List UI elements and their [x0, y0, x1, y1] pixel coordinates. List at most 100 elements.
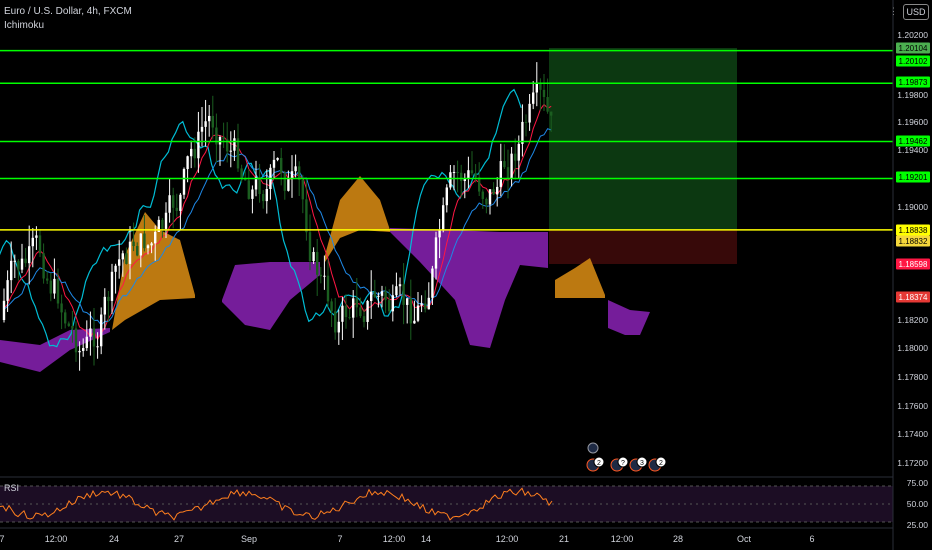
candle-body — [431, 268, 434, 298]
candle-body — [334, 311, 337, 333]
candle-body — [424, 303, 427, 310]
candle-body — [132, 241, 135, 247]
candle-body — [366, 301, 369, 322]
candle-body — [460, 172, 463, 182]
candle-body — [190, 148, 193, 157]
candle-body — [413, 320, 416, 324]
candle-body — [301, 179, 304, 200]
candle-body — [74, 328, 78, 353]
stop-zone[interactable] — [549, 230, 737, 264]
rsi-tick-label: 25.00 — [907, 520, 929, 530]
candle-body — [103, 296, 106, 315]
price-chart[interactable]: RSI 1.202001.198001.196001.194001.190001… — [0, 0, 932, 550]
candle-body — [528, 103, 531, 123]
candle-body — [499, 161, 502, 187]
candle-body — [197, 131, 200, 159]
candle-body — [308, 232, 312, 262]
candle-body — [337, 321, 340, 333]
candle-body — [416, 305, 420, 321]
candle-body — [154, 231, 157, 244]
candle-body — [236, 138, 240, 169]
candle-body — [78, 350, 81, 353]
candle-body — [31, 237, 34, 247]
candle-body — [222, 137, 225, 140]
candle-body — [110, 271, 114, 301]
candle-body — [6, 280, 9, 301]
candle-body — [517, 143, 520, 161]
candle-body — [168, 195, 171, 213]
candle-body — [438, 230, 441, 238]
candle-body — [481, 191, 484, 199]
time-tick-label: 12:00 — [45, 534, 68, 544]
price-tick-label: 1.17600 — [897, 401, 928, 411]
candle-body — [316, 251, 319, 275]
candle-body — [474, 173, 477, 178]
price-marker-label: 1.18838 — [899, 226, 928, 235]
candle-body — [13, 260, 16, 262]
candle-body — [258, 177, 261, 195]
candle-body — [139, 233, 142, 256]
price-tick-label: 1.17400 — [897, 429, 928, 439]
indicator-label[interactable]: Ichimoku — [4, 20, 44, 31]
currency-badge[interactable]: USD — [903, 4, 929, 20]
candle-body — [287, 179, 290, 191]
rsi-axis[interactable]: 75.00 50.00 25.00 — [907, 478, 929, 530]
candle-body — [172, 195, 175, 208]
candle-body — [272, 159, 276, 168]
time-tick-label: 7 — [337, 534, 342, 544]
price-marker-label: 1.20102 — [899, 57, 928, 66]
candle-body — [521, 121, 524, 144]
rsi-tick-label: 50.00 — [907, 499, 929, 509]
candle-body — [125, 253, 128, 264]
candle-body — [341, 305, 344, 322]
candle-body — [182, 169, 186, 195]
candle-body — [128, 241, 132, 264]
candle-body — [420, 303, 423, 306]
price-marker-label: 1.18832 — [899, 237, 928, 246]
candle-body — [398, 284, 402, 287]
candle-body — [265, 189, 268, 202]
target-zone[interactable] — [549, 48, 737, 230]
price-tick-label: 1.18000 — [897, 343, 928, 353]
candle-body — [532, 92, 535, 104]
candle-body — [442, 205, 445, 231]
event-count: 2 — [659, 460, 663, 467]
price-tick-label: 1.18200 — [897, 315, 928, 325]
candle-body — [229, 150, 232, 152]
candle-body — [136, 246, 139, 256]
candle-body — [305, 199, 308, 233]
candle-body — [46, 278, 49, 281]
candle-body — [53, 278, 56, 294]
candle-body — [485, 198, 488, 205]
time-tick-label: 12:00 — [496, 534, 519, 544]
candle-body — [200, 126, 204, 132]
price-scale-menu-icon[interactable]: ⋮ — [889, 4, 899, 18]
candle-body — [186, 156, 189, 170]
candle-body — [283, 173, 286, 191]
candle-body — [384, 291, 387, 301]
candle-body — [276, 157, 279, 160]
candle-body — [326, 275, 330, 302]
candle-body — [161, 219, 164, 229]
rsi-tick-label: 75.00 — [907, 478, 929, 488]
candle-body — [96, 346, 99, 348]
time-tick-label: 28 — [673, 534, 683, 544]
candle-body — [370, 291, 373, 302]
candle-body — [150, 243, 153, 246]
candle-body — [449, 172, 452, 188]
price-marker-label: 1.20104 — [899, 44, 928, 53]
price-tick-label: 1.20200 — [897, 30, 928, 40]
candle-body — [17, 260, 20, 270]
candle-body — [409, 298, 412, 324]
candle-body — [510, 153, 513, 178]
rsi-label: RSI — [4, 483, 19, 493]
candle-body — [323, 275, 326, 277]
candle-body — [175, 207, 178, 211]
candle-body — [359, 307, 362, 317]
candle-body — [467, 170, 470, 179]
time-tick-label: 27 — [174, 534, 184, 544]
price-marker-label: 1.19462 — [899, 137, 928, 146]
candle-body — [362, 316, 366, 322]
price-markers: 1.20104 1.20102 1.19873 1.19462 1.19201 1.188… — [896, 42, 930, 303]
candle-body — [524, 121, 528, 123]
